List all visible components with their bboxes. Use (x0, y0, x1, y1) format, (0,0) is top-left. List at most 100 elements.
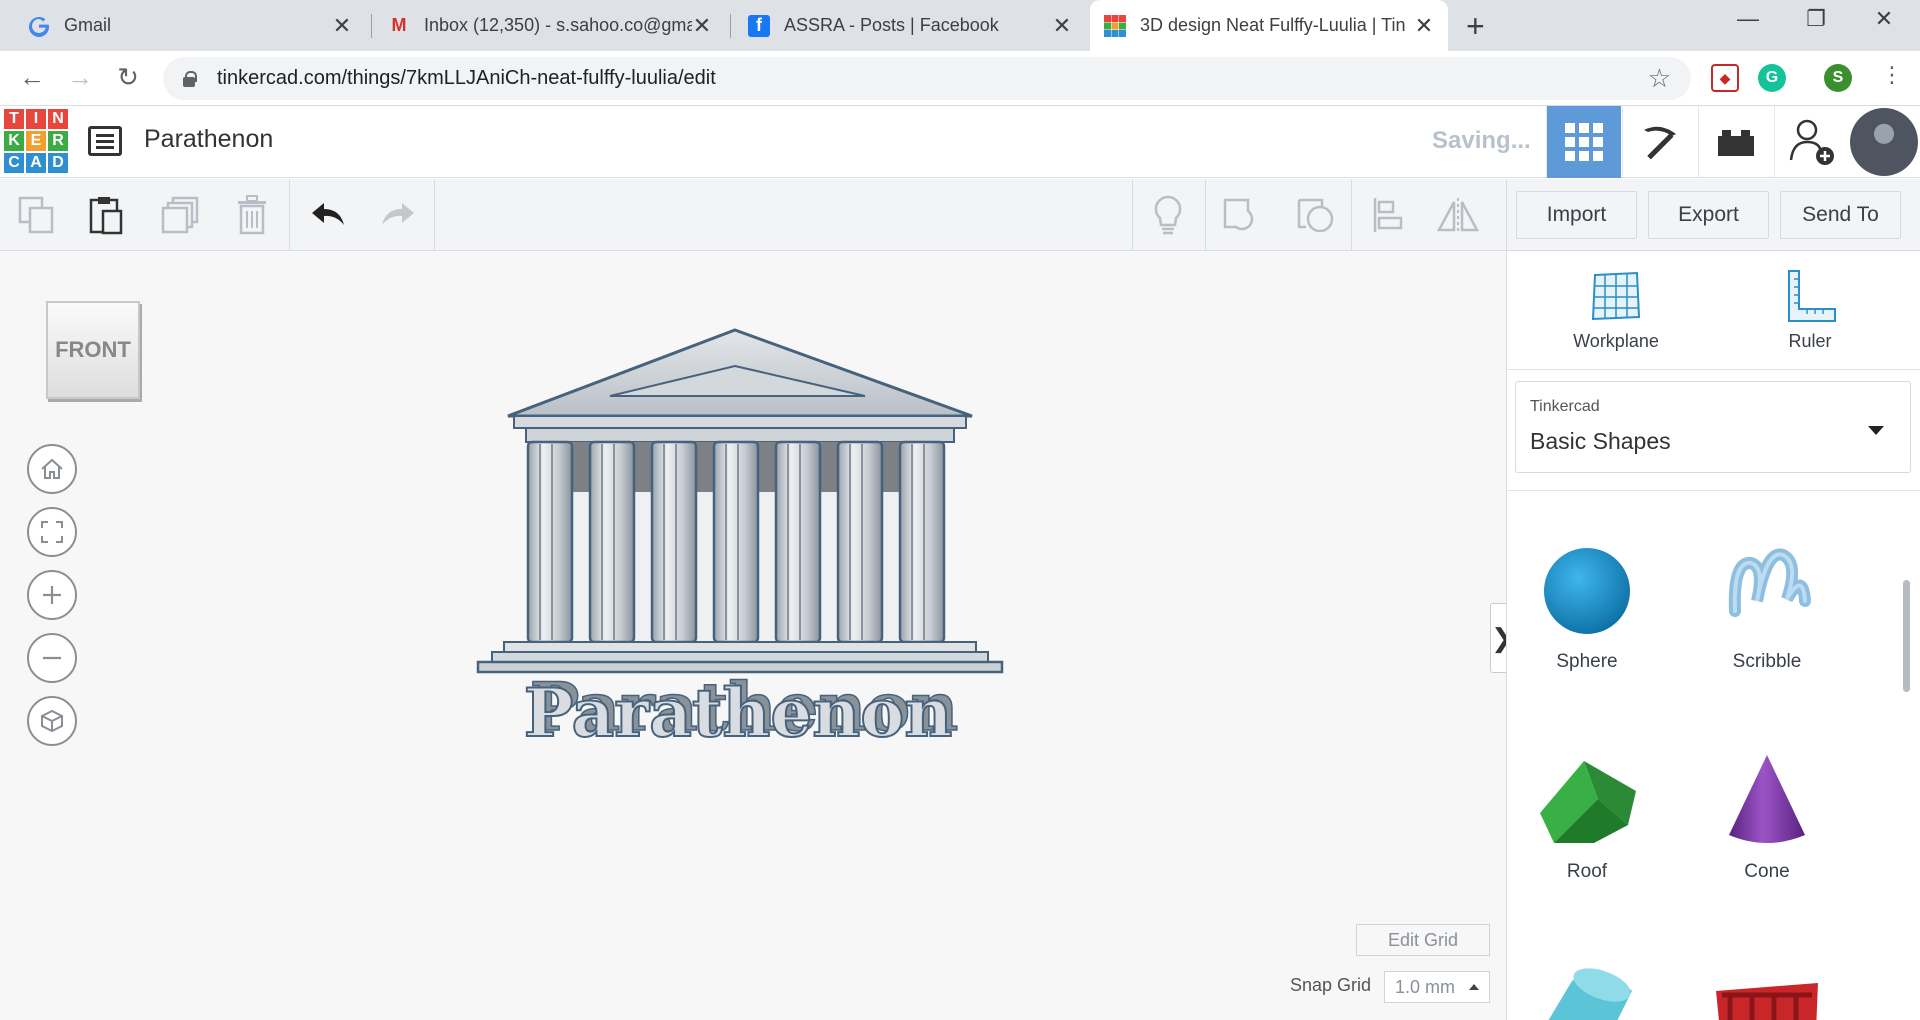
3d-view-button[interactable] (1546, 106, 1621, 178)
fit-icon (41, 521, 63, 543)
shape-cone[interactable]: Cone (1687, 751, 1847, 883)
toolbar-divider (1506, 179, 1507, 251)
ruler-icon (1788, 270, 1836, 322)
tinkercad-logo[interactable]: TIN KER CAD (4, 109, 68, 173)
perspective-button[interactable] (27, 696, 77, 746)
model-text: Parathenon (524, 674, 953, 746)
design-list-icon[interactable] (88, 126, 122, 156)
shape-library-select[interactable]: Tinkercad Basic Shapes (1515, 381, 1911, 473)
edit-grid-button[interactable]: Edit Grid (1356, 924, 1490, 956)
shield-extension-icon[interactable]: ◆ (1711, 64, 1739, 92)
copy-button[interactable] (14, 193, 58, 237)
duplicate-button[interactable] (158, 193, 202, 237)
cylinder-icon (1548, 968, 1632, 1020)
tab-separator (730, 14, 731, 38)
panel-scrollbar[interactable] (1903, 580, 1910, 692)
restore-icon[interactable]: ❐ (1786, 6, 1846, 32)
lock-icon (181, 70, 197, 87)
fit-view-button[interactable] (27, 507, 77, 557)
shape-label: Sphere (1556, 651, 1618, 672)
close-tab-icon[interactable]: ✕ (692, 13, 712, 39)
browser-tab-facebook[interactable]: f ASSRA - Posts | Facebook ✕ (734, 0, 1086, 51)
workplane-tool[interactable]: Workplane (1556, 269, 1676, 352)
back-arrow-icon[interactable]: ← (16, 62, 48, 93)
delete-button[interactable] (230, 193, 274, 237)
shape-cylinder[interactable] (1507, 961, 1667, 1020)
minus-icon (43, 656, 61, 660)
logo-letter: A (26, 153, 46, 173)
browser-tab-strip: Gmail ✕ M Inbox (12,350) - s.sahoo.co@gm… (0, 0, 1920, 51)
close-tab-icon[interactable]: ✕ (332, 13, 352, 39)
3d-workspace[interactable]: FRONT Parathenon Parathenon ❯ Edit Grid … (0, 251, 1514, 1020)
ungroup-button[interactable] (1294, 193, 1338, 237)
grid-view-icon (1565, 123, 1603, 161)
browser-tab-inbox[interactable]: M Inbox (12,350) - s.sahoo.co@gma ✕ (374, 0, 726, 51)
logo-letter: R (48, 131, 68, 151)
lightbulb-icon (1154, 195, 1182, 235)
notes-button[interactable] (1146, 193, 1190, 237)
workplane-icon (1591, 271, 1641, 321)
close-tab-icon[interactable]: ✕ (1052, 13, 1072, 39)
redo-button[interactable] (376, 193, 420, 237)
tab-title: Gmail (64, 15, 112, 35)
shape-label: Scribble (1732, 651, 1802, 672)
home-icon (41, 458, 63, 479)
bricks-view-button[interactable] (1698, 106, 1773, 178)
shape-label: Cone (1744, 861, 1790, 882)
browser-tab-gmail[interactable]: Gmail ✕ (14, 0, 366, 51)
bookmark-star-icon[interactable]: ☆ (1648, 63, 1671, 94)
home-view-button[interactable] (27, 444, 77, 494)
close-window-icon[interactable]: ✕ (1854, 6, 1914, 32)
invite-user-button[interactable] (1774, 106, 1849, 178)
tinkercad-icon (1104, 14, 1126, 37)
url-text: tinkercad.com/things/7kmLLJAniCh-neat-fu… (217, 67, 716, 89)
minimize-icon[interactable]: — (1718, 6, 1778, 32)
scribble-icon (1728, 548, 1811, 617)
design-title[interactable]: Parathenon (144, 125, 273, 154)
ungroup-icon (1297, 198, 1334, 233)
google-icon (28, 15, 50, 37)
tab-title: 3D design Neat Fulffy-Luulia | Tin (1140, 15, 1406, 35)
workplane-label: Workplane (1573, 331, 1659, 351)
view-cube[interactable]: FRONT (46, 301, 140, 399)
forward-arrow-icon[interactable]: → (64, 62, 96, 93)
send-to-button[interactable]: Send To (1780, 191, 1901, 239)
zoom-in-button[interactable] (27, 570, 77, 620)
paste-icon (89, 197, 123, 235)
reload-icon[interactable]: ↻ (112, 62, 144, 93)
align-icon (1373, 198, 1403, 232)
shape-scribble[interactable]: Scribble (1687, 541, 1847, 673)
logo-letter: T (4, 109, 24, 129)
paste-button[interactable] (84, 193, 128, 237)
new-tab-icon[interactable]: + (1466, 8, 1485, 45)
zoom-out-button[interactable] (27, 633, 77, 683)
facebook-icon: f (748, 14, 770, 37)
redo-icon (382, 203, 414, 225)
align-button[interactable] (1366, 193, 1410, 237)
export-button[interactable]: Export (1648, 191, 1769, 239)
url-field[interactable]: tinkercad.com/things/7kmLLJAniCh-neat-fu… (163, 57, 1691, 100)
close-tab-icon[interactable]: ✕ (1414, 13, 1434, 39)
browser-tab-tinkercad[interactable]: 3D design Neat Fulffy-Luulia | Tin ✕ (1090, 0, 1448, 51)
snap-grid-value: 1.0 mm (1395, 976, 1456, 997)
shape-roof[interactable]: Roof (1507, 751, 1667, 883)
group-button[interactable] (1220, 193, 1264, 237)
edit-toolbar: Import Export Send To (0, 179, 1920, 251)
parthenon-model[interactable]: Parathenon Parathenon (470, 326, 1030, 746)
browser-menu-icon[interactable]: ⋮ (1876, 62, 1908, 88)
snap-grid-select[interactable]: 1.0 mm (1384, 971, 1490, 1003)
profile-avatar[interactable]: S (1824, 64, 1852, 92)
copy-icon (18, 196, 54, 234)
cube-icon (41, 709, 63, 733)
shape-sphere[interactable]: Sphere (1507, 541, 1667, 673)
ruler-tool[interactable]: Ruler (1750, 269, 1870, 352)
shape-text[interactable] (1687, 971, 1847, 1020)
import-button[interactable]: Import (1516, 191, 1637, 239)
grammarly-icon[interactable]: G (1758, 64, 1786, 92)
user-avatar[interactable] (1850, 108, 1918, 176)
logo-letter: N (48, 109, 68, 129)
blocks-view-button[interactable] (1622, 106, 1697, 178)
undo-button[interactable] (306, 193, 350, 237)
mirror-button[interactable] (1436, 193, 1480, 237)
library-source: Tinkercad (1530, 398, 1600, 415)
